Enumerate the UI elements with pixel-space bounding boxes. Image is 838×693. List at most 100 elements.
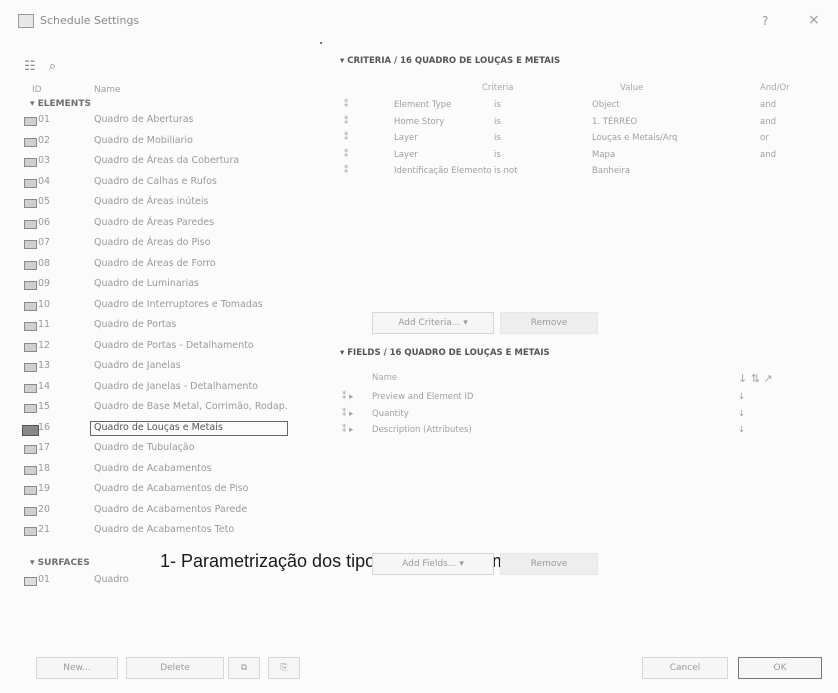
title-bar: Schedule Settings ? × xyxy=(0,0,838,34)
criteria-value[interactable]: Object xyxy=(592,100,620,110)
splitter-handle[interactable] xyxy=(320,42,322,44)
criteria-value[interactable]: Louças e Metais/Arq xyxy=(592,133,677,143)
schedule-name: Quadro de Áreas da Cobertura xyxy=(94,155,240,166)
field-name[interactable]: Quantity xyxy=(372,409,409,419)
schedule-id: 14 xyxy=(38,380,51,392)
criteria-andor[interactable]: and xyxy=(760,150,776,160)
duplicate-icon[interactable]: ⧉ xyxy=(228,657,260,679)
schedule-name: Quadro de Acabamentos Parede xyxy=(94,503,248,515)
elements-group[interactable]: ▾ ELEMENTS xyxy=(30,99,91,109)
criteria-field[interactable]: Home Story xyxy=(394,117,444,127)
schedule-name: Quadro de Áreas de Forro xyxy=(94,257,216,269)
schedule-icon xyxy=(24,281,37,290)
drag-handle-icon[interactable]: ⁑ xyxy=(344,133,348,143)
drag-handle-icon[interactable]: ⁑ xyxy=(344,117,348,127)
new-button[interactable]: New... xyxy=(36,657,118,679)
schedule-icon xyxy=(24,219,37,229)
field-name[interactable]: Description (Attributes) xyxy=(372,425,472,435)
schedule-id: 12 xyxy=(38,339,51,351)
schedule-name: Quadro de Janelas - Detalhamento xyxy=(94,380,258,392)
window-title: Schedule Settings xyxy=(40,14,140,27)
criteria-andor[interactable]: and xyxy=(760,100,776,110)
surface-icon xyxy=(24,577,37,586)
close-button[interactable]: × xyxy=(808,12,820,28)
help-button[interactable]: ? xyxy=(762,14,768,28)
schedule-id: 20 xyxy=(38,503,51,515)
criteria-operator[interactable]: is xyxy=(494,133,501,143)
sort-icons[interactable]: ↓ ⇅ ↗ xyxy=(738,372,773,385)
remove-fields-button[interactable]: Remove xyxy=(500,553,598,575)
export-icon[interactable]: ⎘ xyxy=(268,657,300,679)
criteria-section-title[interactable]: ▾ CRITERIA / 16 QUADRO DE LOUÇAS E METAI… xyxy=(340,56,560,66)
remove-criteria-button[interactable]: Remove xyxy=(500,312,598,334)
schedule-name: Quadro de Calhas e Rufos xyxy=(94,175,217,187)
criteria-field[interactable]: Layer xyxy=(394,133,418,143)
schedule-name: Quadro de Interruptores e Tomadas xyxy=(94,298,263,310)
field-sort-icon[interactable]: ↓ xyxy=(738,425,745,435)
drag-handle-icon[interactable]: ⁑ xyxy=(344,100,348,110)
schedule-id: 13 xyxy=(38,360,51,371)
field-sort-icon[interactable]: ↓ xyxy=(738,392,745,402)
schedule-icon xyxy=(24,137,37,147)
schedule-id: 04 xyxy=(38,175,51,187)
drag-handle-icon[interactable]: ⁑ xyxy=(344,150,348,160)
schedule-name: Quadro de Áreas do Piso xyxy=(94,237,211,248)
drag-handle-icon[interactable]: ⁑ ▸ xyxy=(342,409,353,419)
drag-handle-icon[interactable]: ⁑ ▸ xyxy=(342,425,353,435)
criteria-value[interactable]: Banheira xyxy=(592,166,630,176)
schedule-icon xyxy=(22,424,39,436)
surface-id: 01 xyxy=(38,574,51,585)
criteria-title: CRITERIA / 16 QUADRO DE LOUÇAS E METAIS xyxy=(347,56,561,66)
surfaces-group[interactable]: ▾ SURFACES xyxy=(30,558,90,568)
schedule-icon xyxy=(24,506,37,516)
criteria-operator[interactable]: is xyxy=(494,100,501,110)
fields-col-name: Name xyxy=(372,373,398,383)
schedule-name: Quadro de Janelas xyxy=(94,360,181,371)
col-id[interactable]: ID xyxy=(32,85,42,95)
criteria-andor[interactable]: or xyxy=(760,133,769,143)
schedule-name: Quadro de Portas - Detalhamento xyxy=(94,339,254,351)
schedule-icon xyxy=(24,342,37,352)
schedule-id: 06 xyxy=(38,216,51,228)
col-name[interactable]: Name xyxy=(94,85,121,95)
schedule-id: 16 xyxy=(38,421,51,433)
field-name[interactable]: Preview and Element ID xyxy=(372,392,473,402)
surfaces-label: SURFACES xyxy=(37,558,90,568)
schedule-icon xyxy=(24,383,37,393)
schedule-icon xyxy=(24,158,37,167)
criteria-field[interactable]: Layer xyxy=(394,150,418,160)
criteria-value[interactable]: 1. TÉRREO xyxy=(592,117,637,127)
criteria-operator[interactable]: is not xyxy=(494,166,517,176)
criteria-operator[interactable]: is xyxy=(494,117,501,127)
left-toolbar: ☷ ⌕ xyxy=(24,55,64,74)
schedule-id: 19 xyxy=(38,483,51,494)
schedule-icon xyxy=(24,240,37,249)
criteria-value[interactable]: Mapa xyxy=(592,150,615,160)
criteria-andor[interactable]: and xyxy=(760,117,776,127)
ok-button[interactable]: OK xyxy=(738,657,822,679)
criteria-field[interactable]: Element Type xyxy=(394,100,451,110)
schedule-id: 09 xyxy=(38,278,51,289)
schedule-id: 18 xyxy=(38,462,51,474)
criteria-operator[interactable]: is xyxy=(494,150,501,160)
criteria-field[interactable]: Identificação Elemento xyxy=(394,166,492,176)
criteria-col-andor: And/Or xyxy=(760,83,790,93)
schedule-icon xyxy=(24,199,37,208)
search-icon[interactable]: ⌕ xyxy=(49,59,56,74)
schedule-icon xyxy=(24,445,37,454)
field-sort-icon[interactable]: ↓ xyxy=(738,409,745,419)
schedule-icon xyxy=(24,117,37,126)
delete-button[interactable]: Delete xyxy=(126,657,224,679)
add-criteria-button[interactable]: Add Criteria... ▾ xyxy=(372,312,494,334)
drag-handle-icon[interactable]: ⁑ ▸ xyxy=(342,392,353,402)
schedule-settings-dialog: Schedule Settings ? × ☷ ⌕ ID Name ▾ ELEM… xyxy=(0,0,838,693)
criteria-col-criteria: Criteria xyxy=(482,83,514,93)
drag-handle-icon[interactable]: ⁑ xyxy=(344,166,348,176)
schedule-name: Quadro de Áreas Paredes xyxy=(94,216,215,228)
add-fields-button[interactable]: Add Fields... ▾ xyxy=(372,553,494,575)
elements-label: ELEMENTS xyxy=(37,99,91,109)
fields-section-title[interactable]: ▾ FIELDS / 16 QUADRO DE LOUÇAS E METAIS xyxy=(340,348,550,358)
cancel-button[interactable]: Cancel xyxy=(642,657,728,679)
list-view-icon[interactable]: ☷ xyxy=(24,59,36,74)
schedule-id: 15 xyxy=(38,401,51,412)
